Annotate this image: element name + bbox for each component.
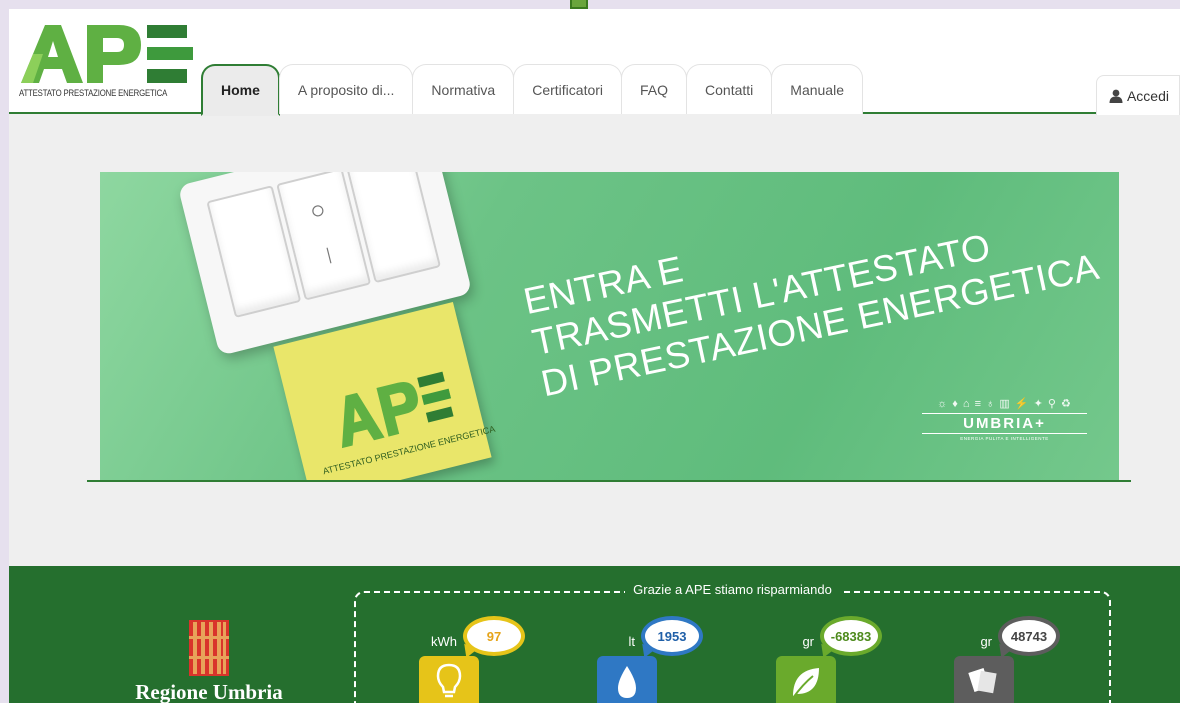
region-name: Regione Umbria xyxy=(135,680,283,703)
leaf-icon xyxy=(776,656,836,703)
header: ATTESTATO PRESTAZIONE ENERGETICA Home A … xyxy=(9,9,1180,116)
login-button[interactable]: Accedi xyxy=(1095,75,1180,115)
stat-energy: kWh 97 xyxy=(409,608,559,703)
umbria-tagline: ENERGIA PULITA E INTELLIGENTE xyxy=(960,436,1049,441)
top-marker xyxy=(570,0,588,9)
stat-value: -68383 xyxy=(820,616,882,656)
stat-value: 48743 xyxy=(998,616,1060,656)
stat-paper: gr 48743 xyxy=(944,608,1094,703)
ape-logo[interactable]: ATTESTATO PRESTAZIONE ENERGETICA xyxy=(19,21,194,101)
paper-icon xyxy=(954,656,1014,703)
tab-certificatori[interactable]: Certificatori xyxy=(513,64,623,114)
logo-subtitle: ATTESTATO PRESTAZIONE ENERGETICA xyxy=(19,88,168,99)
tab-home[interactable]: Home xyxy=(201,64,280,116)
main-nav: Home A proposito di... Normativa Certifi… xyxy=(201,59,863,116)
stat-water: lt 1953 xyxy=(587,608,737,703)
umbria-plus-logo: ☼ ♦ ⌂ ≡ ♁ ▥ ⚡ ✦ ⚲ ♻ UMBRIA+ ENERGIA PULI… xyxy=(922,397,1087,441)
tab-about[interactable]: A proposito di... xyxy=(278,64,414,114)
banner-headline: ENTRA E TRASMETTI L'ATTESTATO DI PRESTAZ… xyxy=(520,172,1103,405)
umbria-icons: ☼ ♦ ⌂ ≡ ♁ ▥ ⚡ ✦ ⚲ ♻ xyxy=(937,398,1072,410)
stat-unit: lt xyxy=(628,634,636,649)
regione-umbria-logo[interactable]: Regione Umbria xyxy=(109,618,309,703)
stat-unit: kWh xyxy=(431,634,457,649)
savings-title-text: Grazie a APE stiamo risparmiando xyxy=(625,582,840,597)
stat-unit: gr xyxy=(802,634,814,649)
stat-unit: gr xyxy=(980,634,992,649)
user-icon xyxy=(1109,89,1123,103)
tab-contatti[interactable]: Contatti xyxy=(686,64,773,114)
savings-title: Grazie a APE stiamo risparmiando xyxy=(354,582,1111,597)
tab-manuale[interactable]: Manuale xyxy=(771,64,863,114)
banner-divider xyxy=(87,480,1131,482)
ape-logo-mark xyxy=(21,25,193,83)
hero-banner[interactable]: ATTESTATO PRESTAZIONE ENERGETICA ENTRA E… xyxy=(100,172,1119,480)
tab-faq[interactable]: FAQ xyxy=(621,64,688,114)
login-label: Accedi xyxy=(1126,87,1169,104)
tab-normativa[interactable]: Normativa xyxy=(412,64,515,114)
stat-value: 97 xyxy=(463,616,525,656)
page: ATTESTATO PRESTAZIONE ENERGETICA Home A … xyxy=(9,9,1180,703)
stat-value: 1953 xyxy=(641,616,703,656)
stat-co2: gr -68383 xyxy=(766,608,916,703)
regione-emblem-icon xyxy=(189,620,229,676)
footer: Regione Umbria Grazie a APE stiamo rispa… xyxy=(9,566,1180,703)
umbria-name: UMBRIA+ xyxy=(922,413,1087,434)
lightbulb-icon xyxy=(419,656,479,703)
water-drop-icon xyxy=(597,656,657,703)
